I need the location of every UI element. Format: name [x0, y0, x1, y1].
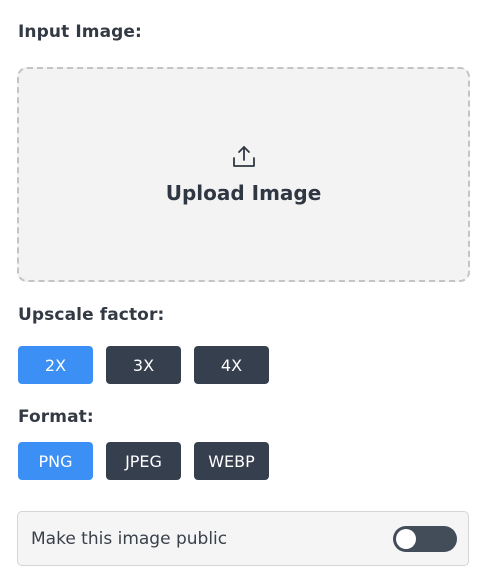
upscale-factor-options: 2X 3X 4X — [18, 346, 269, 384]
input-image-label: Input Image: — [18, 22, 142, 42]
format-webp-button[interactable]: WEBP — [194, 442, 269, 480]
make-public-toggle[interactable] — [393, 525, 457, 552]
upscale-4x-button[interactable]: 4X — [194, 346, 269, 384]
upload-icon — [232, 145, 255, 167]
toggle-knob — [396, 528, 416, 549]
upscale-2x-button[interactable]: 2X — [18, 346, 93, 384]
upscaler-form: Input Image: Upload Image Upscale factor… — [0, 0, 487, 583]
format-png-button[interactable]: PNG — [18, 442, 93, 480]
format-label: Format: — [18, 407, 94, 427]
format-jpeg-button[interactable]: JPEG — [106, 442, 181, 480]
format-options: PNG JPEG WEBP — [18, 442, 269, 480]
upload-dropzone[interactable]: Upload Image — [17, 67, 470, 282]
upscale-3x-button[interactable]: 3X — [106, 346, 181, 384]
upload-image-text: Upload Image — [165, 180, 322, 205]
upscale-factor-label: Upscale factor: — [18, 305, 165, 325]
make-public-label: Make this image public — [31, 528, 228, 549]
make-public-row: Make this image public — [17, 511, 469, 566]
